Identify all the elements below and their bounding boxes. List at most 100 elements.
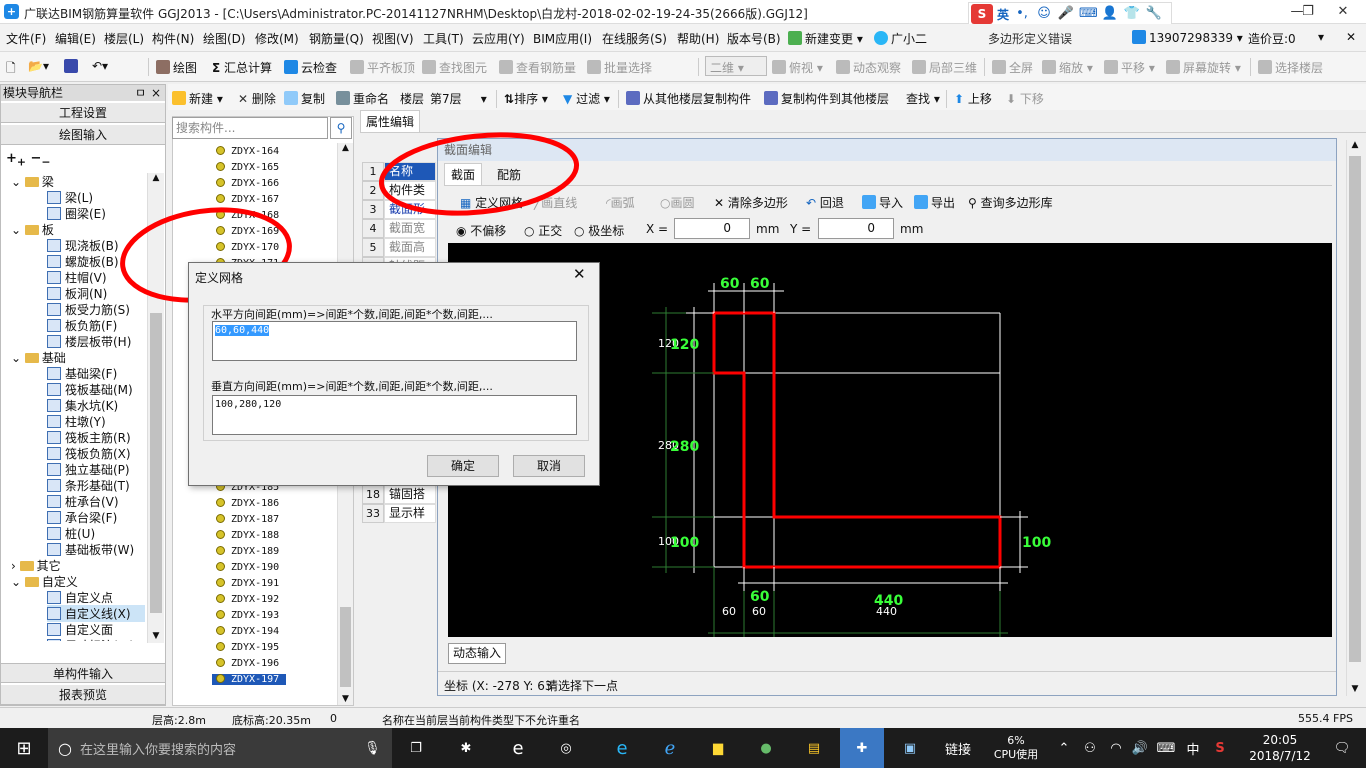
tree-item[interactable]: 条形基础(T) (47, 477, 130, 494)
tree-item[interactable]: 楼层板带(H) (47, 333, 131, 350)
new-file-icon[interactable]: 🗋 (6, 59, 16, 80)
export-button[interactable]: 导出 (914, 194, 955, 211)
rotate-button[interactable]: 屏幕旋转 ▾ (1166, 59, 1241, 76)
menu-version[interactable]: 版本号(B) (727, 30, 781, 47)
tree-item[interactable]: 尺寸标注(W) (47, 637, 134, 641)
tree-item[interactable]: 板负筋(F) (47, 317, 117, 334)
component-list-item[interactable]: ZDYX-196 (216, 658, 279, 669)
ime-lang[interactable]: 英 (997, 6, 1009, 23)
radio-no-offset[interactable]: ◉ 不偏移 (456, 222, 506, 239)
sort-button[interactable]: ⇅排序 ▾ (504, 90, 548, 107)
component-list-item[interactable]: ZDYX-166 (216, 178, 279, 189)
component-list-item[interactable]: ZDYX-167 (216, 194, 279, 205)
mic-icon[interactable]: 🎤 (1057, 5, 1075, 23)
menu-draw[interactable]: 绘图(D) (203, 30, 246, 47)
property-name[interactable]: 截面形 (384, 200, 436, 219)
people-icon[interactable]: ⚇ (1078, 728, 1102, 768)
component-list-item[interactable]: ZDYX-186 (216, 498, 279, 509)
menu-file[interactable]: 文件(F) (6, 30, 46, 47)
notepad-icon[interactable]: ▤ (796, 728, 832, 768)
arc-button[interactable]: ◜画弧 (606, 194, 635, 211)
emoji-icon[interactable]: ☺ (1035, 5, 1053, 23)
microphone-icon[interactable]: 🎙 (364, 741, 381, 756)
tree-folder[interactable]: ⌄ 基础 (11, 349, 66, 366)
copy-from-floor-button[interactable]: 从其他楼层复制构件 (626, 90, 751, 107)
tree-item[interactable]: 独立基础(P) (47, 461, 130, 478)
ok-button[interactable]: 确定 (427, 455, 499, 477)
sum-button[interactable]: Σ 汇总计算 (212, 59, 272, 76)
property-name[interactable]: 截面高 (384, 238, 436, 257)
circle-button[interactable]: ○画圆 (660, 194, 695, 211)
tree-folder[interactable]: › 其它 (11, 557, 61, 574)
tree-item[interactable]: 基础梁(F) (47, 365, 117, 382)
expand-chevron-icon[interactable]: ⌄ (11, 351, 25, 365)
find-element-button[interactable]: 查找图元 (422, 59, 487, 76)
menu-component[interactable]: 构件(N) (152, 30, 194, 47)
component-list-item[interactable]: ZDYX-165 (216, 162, 279, 173)
tree-item[interactable]: 梁(L) (47, 189, 93, 206)
punct-icon[interactable]: •, (1013, 5, 1031, 23)
link-label[interactable]: 链接 (940, 728, 976, 768)
component-list-item[interactable]: ZDYX-188 (216, 530, 279, 541)
lang-indicator[interactable]: 中 (1182, 728, 1204, 768)
report-preview-button[interactable]: 报表预览 (1, 685, 165, 705)
skin-icon[interactable]: 👕 (1123, 5, 1141, 23)
copy-to-floor-button[interactable]: 复制构件到其他楼层 (764, 90, 889, 107)
tree-item[interactable]: 筏板负筋(X) (47, 445, 131, 462)
open-folder-icon[interactable]: 📂▾ (28, 59, 49, 73)
keyboard-icon[interactable]: ⌨ (1152, 728, 1180, 768)
component-list-item[interactable]: ZDYX-190 (216, 562, 279, 573)
search-input[interactable]: 搜索构件... (172, 117, 328, 139)
view-mode-select[interactable]: 二维 ▾ (705, 56, 767, 76)
file-explorer-icon[interactable]: ▆ (700, 728, 736, 768)
chevron-down-icon[interactable]: ▾ (1318, 30, 1324, 44)
new-change-button[interactable]: 新建变更 ▾ (788, 30, 863, 47)
tab-rebar[interactable]: 配筋 (486, 165, 532, 185)
dynamic-view-button[interactable]: 动态观察 (836, 59, 901, 76)
project-settings-button[interactable]: 工程设置 (1, 103, 165, 123)
component-list-item[interactable]: ZDYX-194 (216, 626, 279, 637)
menu-help[interactable]: 帮助(H) (677, 30, 719, 47)
undo-button[interactable]: ↶ 回退 (806, 194, 844, 211)
property-name[interactable]: 截面宽 (384, 219, 436, 238)
property-name[interactable]: 显示样 (384, 504, 436, 523)
batch-select-button[interactable]: 批量选择 (587, 59, 652, 76)
component-list-item[interactable]: ZDYX-195 (216, 642, 279, 653)
flush-slab-button[interactable]: 平齐板顶 (350, 59, 415, 76)
tree-item[interactable]: 自定义点 (47, 589, 113, 606)
pin-icon[interactable]: ㅁ (135, 85, 146, 101)
menu-view[interactable]: 视图(V) (372, 30, 414, 47)
expand-chevron-icon[interactable]: › (11, 559, 20, 573)
horizontal-spacing-input[interactable]: 60,60,440 (212, 321, 577, 361)
property-name[interactable]: 名称 (384, 162, 436, 181)
local-3d-button[interactable]: 局部三维 (912, 59, 977, 76)
component-list-item[interactable]: ZDYX-192 (216, 594, 279, 605)
expand-chevron-icon[interactable]: ⌄ (11, 575, 25, 589)
single-input-button[interactable]: 单构件输入 (1, 663, 165, 683)
keyboard-icon[interactable]: ⌨ (1079, 5, 1098, 23)
component-list-item[interactable]: ZDYX-170 (216, 242, 279, 253)
props-scrollbar[interactable]: ▲ ▼ (1346, 140, 1363, 696)
tree-folder[interactable]: ⌄ 自定义 (11, 573, 78, 590)
taskbar-search[interactable]: ○ 在这里输入你要搜索的内容 🎙 (48, 728, 392, 768)
tree-folder[interactable]: ⌄ 梁 (11, 173, 54, 190)
close-doc-icon[interactable]: ✕ (1346, 30, 1356, 44)
close-button[interactable]: ✕ (1320, 0, 1366, 24)
x-input[interactable]: 0 (674, 218, 750, 239)
tree-item[interactable]: 筏板主筋(R) (47, 429, 131, 446)
floor-select[interactable]: 第7层 ▾ (430, 90, 487, 107)
find-button[interactable]: 查找 ▾ (906, 90, 940, 107)
tree-item[interactable]: 螺旋板(B) (47, 253, 119, 270)
menu-modify[interactable]: 修改(M) (255, 30, 299, 47)
user-account[interactable]: 13907298339 ▾ (1132, 30, 1243, 45)
edge-browser-icon[interactable]: e (500, 728, 536, 768)
restore-button[interactable]: ❐ (1296, 0, 1320, 24)
assistant-button[interactable]: 广小二 (874, 30, 927, 47)
menu-cloud[interactable]: 云应用(Y) (472, 30, 525, 47)
menu-edit[interactable]: 编辑(E) (55, 30, 96, 47)
drawing-input-button[interactable]: 绘图输入 (1, 125, 165, 145)
expand-chevron-icon[interactable]: ⌄ (11, 175, 25, 189)
vertical-spacing-input[interactable]: 100,280,120 (212, 395, 577, 435)
dialog-close-icon[interactable]: ✕ (573, 265, 586, 283)
tab-property-edit[interactable]: 属性编辑 (360, 110, 420, 132)
